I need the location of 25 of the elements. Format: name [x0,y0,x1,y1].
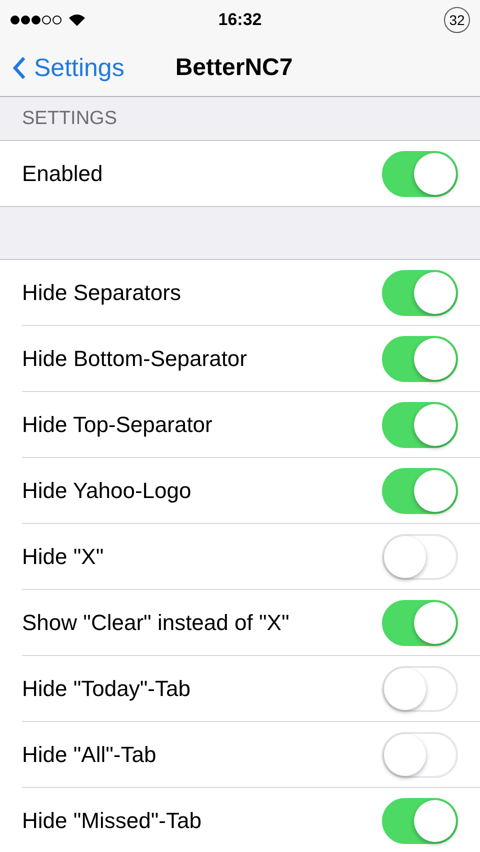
toggle-switch[interactable] [382,468,458,514]
setting-label: Hide "All"-Tab [22,742,158,768]
battery-indicator: 32 [444,7,470,33]
setting-label: Hide "Today"-Tab [22,676,192,702]
toggle-switch[interactable] [382,336,458,382]
setting-label: Hide "X" [22,544,105,570]
setting-label: Hide Top-Separator [22,412,214,438]
wifi-icon [68,13,86,27]
toggle-switch[interactable] [382,600,458,646]
page-title: BetterNC7 [175,54,293,82]
section-header: SETTINGS [22,108,118,130]
setting-label: Enabled [22,160,104,186]
chevron-icon [12,56,26,80]
setting-label: Show "Clear" instead of "X" [22,610,290,636]
back-button[interactable]: Settings [0,52,130,84]
setting-label: Hide Bottom-Separator [22,346,248,372]
toggle-switch[interactable] [382,270,458,316]
toggle-switch[interactable] [382,798,458,844]
setting-label: Hide Yahoo-Logo [22,478,192,504]
status-time: 16:32 [218,10,262,29]
signal-icon [10,15,62,25]
toggle-switch[interactable] [382,402,458,448]
setting-label: Hide Separators [22,280,182,306]
setting-label: Hide "Missed"-Tab [22,808,202,834]
toggle-switch[interactable] [382,150,458,196]
